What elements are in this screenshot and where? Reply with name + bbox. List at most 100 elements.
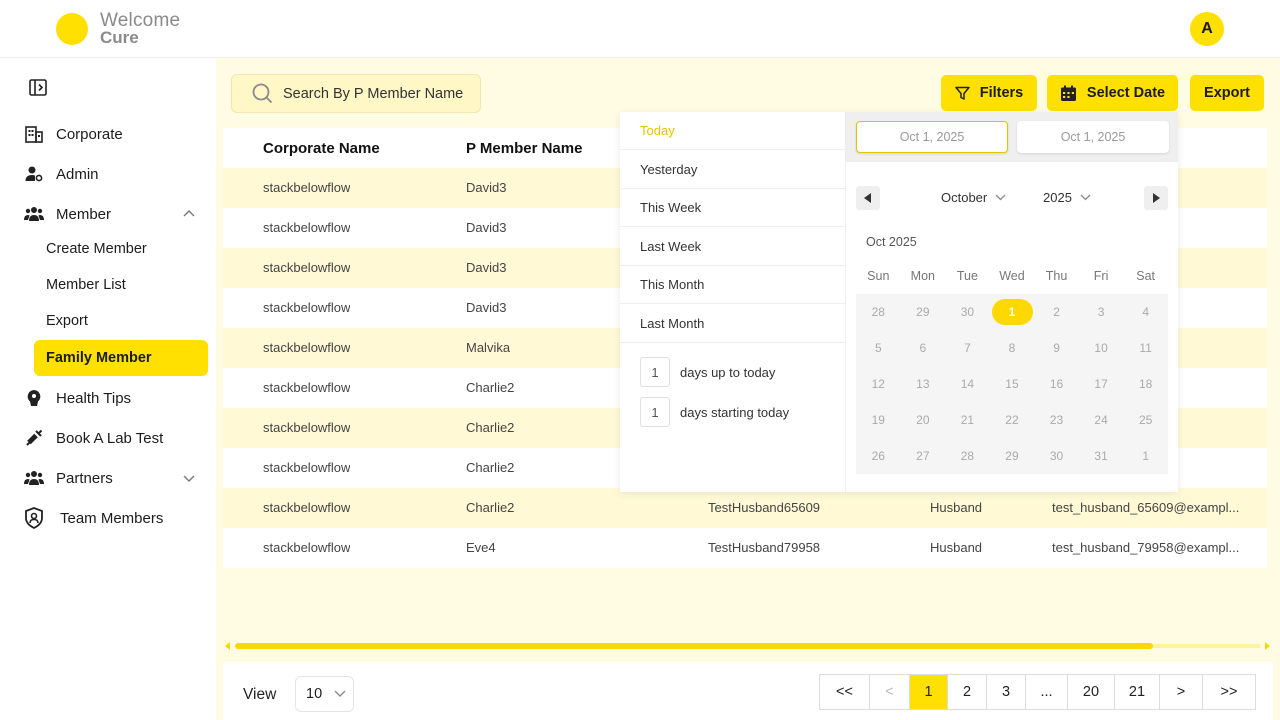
export-button[interactable]: Export — [1190, 75, 1264, 111]
previous-month-button[interactable] — [856, 186, 880, 210]
next-month-button[interactable] — [1144, 186, 1168, 210]
logo-line1: Welcome — [100, 10, 181, 31]
calendar-day[interactable]: 10 — [1079, 341, 1124, 355]
sidebar-item-team-members[interactable]: Team Members — [24, 506, 163, 530]
sidebar-item-corporate[interactable]: Corporate — [24, 122, 123, 146]
calendar-day[interactable]: 21 — [945, 413, 990, 427]
calendar-day[interactable]: 22 — [990, 413, 1035, 427]
days-up-to-today-input[interactable]: 1 — [640, 357, 670, 387]
search-input[interactable]: Search By P Member Name — [231, 74, 481, 113]
calendar-day[interactable]: 27 — [901, 449, 946, 463]
calendar-day[interactable]: 28 — [945, 449, 990, 463]
sidebar-item-health-tips[interactable]: Health Tips — [24, 386, 131, 410]
calendar-day[interactable]: 12 — [856, 377, 901, 391]
date-preset-today[interactable]: Today — [620, 112, 846, 150]
scroll-right-arrow[interactable] — [1265, 642, 1270, 650]
start-date-input[interactable]: Oct 1, 2025 — [856, 121, 1008, 153]
table-row[interactable]: stackbelowflow Charlie2 TestHusband65609 Hu… — [223, 488, 1267, 528]
search-placeholder: Search By P Member Name — [283, 85, 464, 102]
calendar-day[interactable]: 13 — [901, 377, 946, 391]
calendar-day[interactable]: 30 — [945, 305, 990, 319]
date-preset-this-week[interactable]: This Week — [620, 189, 846, 227]
sidebar-item-partners[interactable]: Partners — [24, 466, 113, 490]
calendar-day[interactable]: 3 — [1079, 305, 1124, 319]
calendar-day[interactable]: 7 — [945, 341, 990, 355]
page-size-value: 10 — [306, 686, 323, 702]
scroll-left-arrow[interactable] — [225, 642, 230, 650]
cell-corporate-name: stackbelowflow — [263, 340, 351, 355]
calendar-day[interactable]: 24 — [1079, 413, 1124, 427]
calendar-day[interactable]: 18 — [1123, 377, 1168, 391]
filters-button[interactable]: Filters — [941, 75, 1037, 111]
date-preset-this-month[interactable]: This Month — [620, 266, 846, 304]
calendar-day[interactable]: 2 — [1034, 305, 1079, 319]
calendar-day[interactable]: 6 — [901, 341, 946, 355]
sidebar-sub-export[interactable]: Export — [46, 313, 88, 329]
sidebar-item-book-lab-test[interactable]: Book A Lab Test — [24, 426, 163, 450]
table-row[interactable]: stackbelowflow Eve4 TestHusband79958 Husban… — [223, 528, 1267, 568]
page-size-select[interactable]: 10 — [295, 676, 354, 712]
end-date-input[interactable]: Oct 1, 2025 — [1017, 121, 1169, 153]
weekday-header: Sun Mon Tue Wed Thu Fri Sat — [856, 258, 1168, 294]
scroll-thumb[interactable] — [235, 643, 1153, 649]
view-label: View — [243, 686, 277, 703]
logo[interactable]: Welcome Cure — [100, 10, 181, 46]
calendar-day[interactable]: 25 — [1123, 413, 1168, 427]
calendar-day[interactable]: 26 — [856, 449, 901, 463]
sidebar-item-label: Team Members — [60, 509, 164, 527]
date-preset-last-week[interactable]: Last Week — [620, 228, 846, 266]
calendar-day[interactable]: 23 — [1034, 413, 1079, 427]
calendar-day[interactable]: 17 — [1079, 377, 1124, 391]
calendar-day[interactable]: 11 — [1123, 341, 1168, 355]
page-button[interactable]: >> — [1203, 675, 1255, 709]
pagination: << <1 2 3... 20 21 > >> — [819, 674, 1256, 710]
calendar-day[interactable]: 1 — [1123, 449, 1168, 463]
select-date-button[interactable]: Select Date — [1047, 75, 1178, 111]
sidebar-collapse-icon[interactable] — [29, 79, 47, 96]
calendar-day[interactable]: 20 — [901, 413, 946, 427]
calendar-day[interactable]: 15 — [990, 377, 1035, 391]
calendar-day[interactable]: 8 — [990, 341, 1035, 355]
year-select[interactable]: 2025 — [1043, 190, 1091, 205]
date-preset-last-month[interactable]: Last Month — [620, 305, 846, 343]
days-up-to-today-label: days up to today — [680, 364, 776, 380]
column-header-p-member-name[interactable]: P Member Name — [466, 140, 582, 157]
date-range-inputs: Oct 1, 2025 Oct 1, 2025 — [846, 112, 1178, 162]
page-button[interactable]: 20 — [1068, 675, 1115, 709]
page-button[interactable]: 21 — [1115, 675, 1160, 709]
column-header-corporate-name[interactable]: Corporate Name — [263, 140, 380, 157]
days-starting-today-input[interactable]: 1 — [640, 397, 670, 427]
chevron-up-icon[interactable] — [181, 206, 197, 222]
calendar-day[interactable]: 29 — [990, 449, 1035, 463]
page-button[interactable]: 3 — [987, 675, 1026, 709]
page-button[interactable]: 2 — [948, 675, 987, 709]
cell-p-member-name: Charlie2 — [466, 380, 515, 395]
page-button[interactable]: ... — [1026, 675, 1068, 709]
sidebar-sub-family-member[interactable]: Family Member — [34, 340, 208, 376]
sidebar-sub-create-member[interactable]: Create Member — [46, 241, 147, 257]
page-button[interactable]: << — [820, 675, 870, 709]
date-preset-yesterday[interactable]: Yesterday — [620, 151, 846, 189]
sidebar-item-admin[interactable]: Admin — [24, 162, 99, 186]
calendar-day[interactable]: 5 — [856, 341, 901, 355]
calendar-day[interactable]: 28 — [856, 305, 901, 319]
calendar-day[interactable]: 1 — [990, 299, 1035, 325]
calendar-day[interactable]: 19 — [856, 413, 901, 427]
sidebar-sub-member-list[interactable]: Member List — [46, 277, 126, 293]
cell-p-member-name: Eve4 — [466, 540, 496, 555]
page-button[interactable]: < — [870, 675, 910, 709]
calendar-day[interactable]: 14 — [945, 377, 990, 391]
page-button[interactable]: > — [1160, 675, 1203, 709]
chevron-down-icon[interactable] — [181, 470, 197, 486]
sidebar-item-member[interactable]: Member — [24, 202, 111, 226]
calendar-day[interactable]: 16 — [1034, 377, 1079, 391]
calendar-day[interactable]: 29 — [901, 305, 946, 319]
page-button[interactable]: 1 — [910, 675, 948, 709]
calendar-day[interactable]: 30 — [1034, 449, 1079, 463]
horizontal-scrollbar[interactable] — [225, 642, 1271, 650]
calendar-day[interactable]: 31 — [1079, 449, 1124, 463]
month-select[interactable]: October — [941, 190, 1006, 205]
user-avatar[interactable]: A — [1190, 12, 1224, 46]
calendar-day[interactable]: 4 — [1123, 305, 1168, 319]
calendar-day[interactable]: 9 — [1034, 341, 1079, 355]
